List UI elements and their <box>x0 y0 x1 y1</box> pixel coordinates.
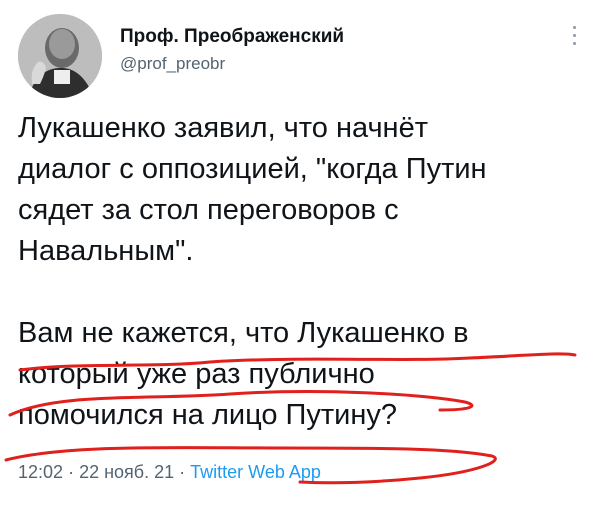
tweet-text: Лукашенко заявил, что начнёт диалог с оп… <box>18 108 584 436</box>
tweet-time[interactable]: 12:02 <box>18 462 63 482</box>
tweet-line: помочился на лицо Путину? <box>18 399 398 431</box>
tweet-line: сядет за стол переговоров с <box>18 194 399 226</box>
tweet-line: Лукашенко заявил, что начнёт <box>18 112 428 144</box>
author-handle[interactable]: @prof_preobr <box>120 54 225 74</box>
tweet-line: Вам не кажется, что Лукашенко в <box>18 317 469 349</box>
tweet-date[interactable]: 22 нояб. 21 <box>79 462 174 482</box>
meta-separator: · <box>68 462 75 482</box>
author-name[interactable]: Проф. Преображенский <box>120 26 344 48</box>
avatar[interactable] <box>18 14 102 98</box>
meta-separator: · <box>179 462 186 482</box>
more-vertical-icon[interactable] <box>570 26 578 48</box>
tweet-line: диалог с оппозицией, "когда Путин <box>18 153 487 185</box>
tweet-source-app[interactable]: Twitter Web App <box>190 462 321 482</box>
profile-photo-icon <box>18 14 102 98</box>
tweet-line: Навальным". <box>18 235 194 267</box>
tweet-meta: 12:02 · 22 нояб. 21 · Twitter Web App <box>18 462 321 483</box>
tweet-line: который уже раз публично <box>18 358 375 390</box>
